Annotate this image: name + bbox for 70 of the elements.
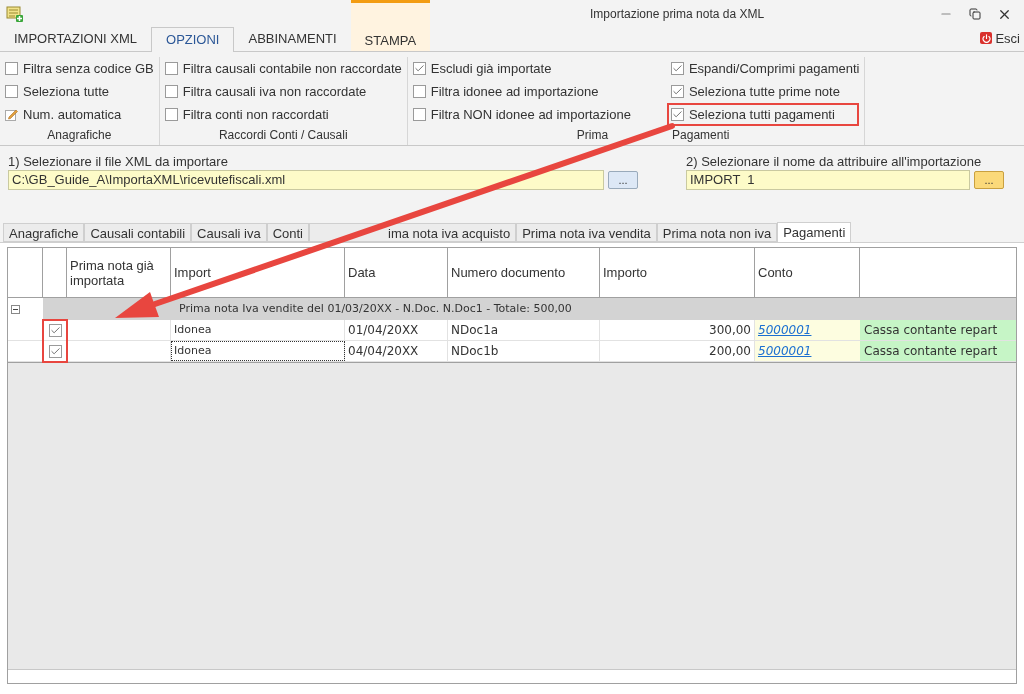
group-label: Anagrafiche xyxy=(46,127,113,144)
sub-tab[interactable]: Causali contabili xyxy=(84,223,192,242)
ribbon-tab[interactable]: OPZIONI xyxy=(151,27,235,52)
option-label: Escludi già importate xyxy=(430,59,552,78)
ribbon-tab[interactable]: ABBINAMENTI xyxy=(234,27,351,51)
sub-tab[interactable]: Conti xyxy=(266,223,309,242)
option-label: Filtra senza codice GB xyxy=(23,59,154,78)
group-row-text: Prima nota Iva vendite del 01/03/20XX - N.Doc. N.Doc1 - Totale: 500,00 xyxy=(178,300,572,317)
sub-tab[interactable]: Prima nota non iva xyxy=(656,223,778,242)
power-icon xyxy=(980,32,993,45)
option-label: Seleziona tutte xyxy=(23,82,109,101)
ribbon-tab[interactable]: STAMPA xyxy=(350,0,431,51)
option-label: Filtra conti non raccordati xyxy=(182,105,329,124)
sub-tab[interactable]: Pagamenti xyxy=(777,222,852,242)
option-label: Filtra idonee ad importazione xyxy=(430,82,599,101)
column-header[interactable]: Numero documento xyxy=(448,248,600,297)
highlight-frame xyxy=(42,319,68,363)
app-icon xyxy=(6,5,24,23)
table-cell: 01/04/20XX xyxy=(345,320,448,340)
group-label: Pagamenti xyxy=(672,127,730,144)
checkbox[interactable] xyxy=(412,85,426,98)
browse-button[interactable]: ... xyxy=(608,171,638,189)
checkbox[interactable] xyxy=(164,85,178,98)
option-label: Filtra causali iva non raccordate xyxy=(182,82,367,101)
table-cell: NDoc1b xyxy=(448,341,600,361)
table-cell: Idonea xyxy=(171,341,345,361)
group-label: Prima xyxy=(576,127,609,144)
column-header[interactable]: Data xyxy=(345,248,448,297)
field-label: 2) Selezionare il nome da attribuire all'importazione xyxy=(686,153,983,170)
checkbox[interactable] xyxy=(412,108,426,121)
command-label[interactable]: Num. automatica xyxy=(23,104,122,125)
exit-button[interactable]: Esci xyxy=(980,28,1020,48)
table-cell: Idonea xyxy=(171,320,345,340)
collapse-toggle[interactable] xyxy=(11,304,20,314)
column-header[interactable]: Importo xyxy=(600,248,755,297)
checkbox[interactable] xyxy=(412,62,426,75)
file-path-field[interactable]: C:\GB_Guide_A\ImportaXML\ricevutefiscali.xml xyxy=(8,170,604,190)
checkbox[interactable] xyxy=(48,323,62,337)
checkbox[interactable] xyxy=(164,62,178,75)
option-label: Espandi/Comprimi pagamenti xyxy=(688,59,860,78)
checkbox[interactable] xyxy=(5,62,18,75)
import-name-field[interactable]: IMPORT 1 xyxy=(686,170,970,190)
table-cell: Cassa contante repart xyxy=(860,341,1016,361)
restore-icon[interactable] xyxy=(969,8,981,20)
browse-button[interactable]: ... xyxy=(974,171,1004,189)
option-label: Filtra NON idonee ad importazione xyxy=(430,105,631,124)
sub-tab[interactable]: Prima nota iva vendita xyxy=(516,223,657,242)
table-cell: NDoc1a xyxy=(448,320,600,340)
checkbox[interactable] xyxy=(5,85,18,98)
option-label: Filtra causali contabile non raccordate xyxy=(182,59,402,78)
group-label: Raccordi Conti / Causali xyxy=(217,127,349,144)
sub-tab[interactable]: ima nota iva acquisto xyxy=(309,223,517,242)
checkbox[interactable] xyxy=(164,108,178,121)
scrollbar-track[interactable] xyxy=(8,669,1016,683)
checkbox[interactable] xyxy=(48,344,62,358)
column-header[interactable]: Conto xyxy=(755,248,860,297)
window-title: Importazione prima nota da XML xyxy=(590,6,765,23)
option-label: Seleziona tutti pagamenti xyxy=(688,105,835,124)
field-label: 1) Selezionare il file XML da importare xyxy=(8,153,229,170)
option-label: Seleziona tutte prime note xyxy=(688,82,840,101)
table-cell: 04/04/20XX xyxy=(345,341,448,361)
checkbox[interactable] xyxy=(670,108,684,121)
checkbox[interactable] xyxy=(670,62,684,75)
table-cell: Cassa contante repart xyxy=(860,320,1016,340)
column-header[interactable]: Import xyxy=(171,248,345,297)
checkbox[interactable] xyxy=(670,85,684,98)
sub-tab[interactable]: Anagrafiche xyxy=(3,223,85,242)
sub-tab[interactable]: Causali iva xyxy=(191,223,267,242)
ribbon-tab[interactable]: IMPORTAZIONI XML xyxy=(0,27,152,51)
pencil-icon xyxy=(5,108,18,121)
